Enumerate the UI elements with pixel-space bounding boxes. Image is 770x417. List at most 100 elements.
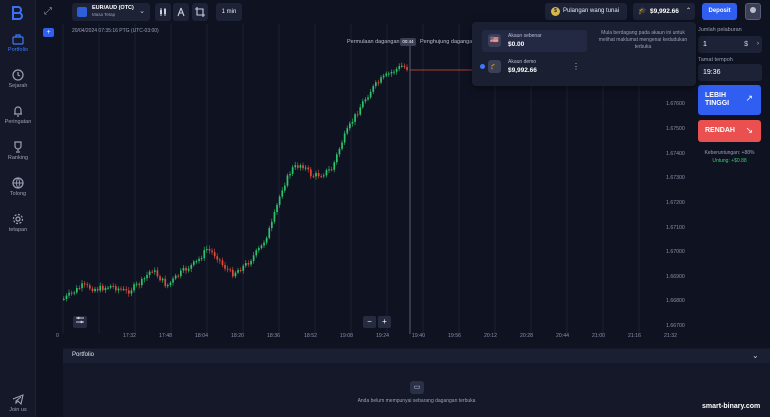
candle [206,248,208,251]
candle [109,285,112,288]
candle [242,265,245,271]
deposit-button[interactable]: Deposit [702,3,737,20]
x-tick: 19:24 [376,333,389,339]
account-value: $0.00 [508,41,525,48]
candle [65,295,68,299]
cashback-label: Pulangan wang tunai [563,8,620,14]
asset-name: EUR/AUD (OTC) [92,5,134,11]
nav-history[interactable]: Sejarah [0,69,36,89]
x-tick: 17:48 [159,333,172,339]
amount-label: Jumlah pelaburan [698,27,742,33]
candle [232,269,234,277]
candle [190,264,193,269]
asset-selector[interactable]: EUR/AUD (OTC) Masa Tetap ⌄ [72,3,150,21]
candle [185,267,187,271]
timeframe-button[interactable]: 1 min [216,3,242,21]
nav-join-us[interactable]: Join us [0,393,36,413]
candle [76,288,78,293]
higher-button[interactable]: LEBIH TINGGI ↗ [698,85,761,115]
candle [141,279,143,286]
profit-rate: Keberuntungan: +88% [704,150,755,156]
candle [151,271,154,273]
layout-button[interactable] [192,3,208,21]
candle [208,248,211,251]
candle [354,114,356,122]
candle [70,292,73,294]
candle [161,278,164,281]
portfolio-header[interactable] [63,349,770,363]
nav-settings[interactable]: tetapan [0,213,36,233]
telegram-icon [12,394,24,405]
candle [294,165,297,168]
candle [284,185,286,191]
logo-icon [10,6,26,20]
y-tick: 1.67200 [666,200,685,206]
candle [312,176,315,178]
candle [229,269,232,271]
chart-datetime: 20/04/2024 07:35:16 PTG (UTC-03:00) [72,28,159,34]
candle [330,169,333,171]
chevron-down-icon[interactable]: ⌄ [752,351,759,360]
candle [81,283,83,289]
candle [307,167,310,170]
lower-button[interactable]: RENDAH ↘ [698,120,761,142]
zoom-out-button[interactable]: − [363,316,376,328]
y-tick: 1.66700 [666,323,685,329]
candle [403,65,406,68]
nav-help[interactable]: Tolong [0,177,36,197]
crop-icon [195,7,205,17]
amount-value: 1 [703,41,707,48]
candle [174,275,177,279]
lower-label: RENDAH [705,127,735,134]
drawing-button[interactable] [173,3,189,21]
x-tick: 19:56 [448,333,461,339]
avatar[interactable] [745,3,761,20]
add-chart-button[interactable]: + [43,28,54,37]
candle [299,165,302,168]
cashback-button[interactable]: $ Pulangan wang tunai [545,3,627,20]
candle [289,173,291,176]
candle [125,289,128,291]
expiry-input[interactable]: 19:36 [698,64,762,81]
candle [182,267,185,271]
nav-portfolio[interactable]: Portfolio [0,33,36,53]
candle [167,285,169,287]
y-tick: 1.67300 [666,175,685,181]
inbox-icon: ▭ [410,381,424,394]
coin-icon: $ [551,7,560,16]
candle [343,133,346,143]
candle [252,255,255,261]
candle [328,169,330,171]
candle [146,274,148,279]
amount-input[interactable]: 1 $ › [698,36,762,53]
x-tick: 20:44 [556,333,569,339]
candle [234,272,237,277]
zoom-in-button[interactable]: + [378,316,391,328]
candle [164,278,167,287]
nav-alerts[interactable]: Peringatan [0,105,36,125]
account-real[interactable]: 🇺🇸 Akaun sebenar $0.00 [482,30,587,52]
expiry-value: 19:36 [703,69,721,76]
candle [224,264,226,269]
candle [117,288,120,291]
expand-icon[interactable]: ⤢ [44,6,56,18]
sliders-icon [76,316,84,324]
candles-button[interactable] [155,3,171,21]
candle [213,252,216,257]
candle [372,86,375,92]
candle [159,276,161,281]
balance-button[interactable]: 🎓 $9,992.66 ⌃ [633,3,695,20]
nav-ranking[interactable]: Ranking [0,141,36,161]
candle [356,114,359,116]
expiry-label: Tamat tempoh [698,57,733,63]
account-value: $9,992.66 [508,67,537,74]
indicators-button[interactable] [73,316,87,328]
clock-icon [12,69,24,81]
y-tick: 1.67500 [666,126,685,132]
candle [221,260,224,265]
nav-label: Join us [9,407,27,413]
candle [211,250,213,253]
profit-info: Keberuntungan: +88% Untung: +$0.88 [698,149,761,165]
candle [172,278,174,283]
more-vertical-icon[interactable]: ⋮ [572,62,580,71]
